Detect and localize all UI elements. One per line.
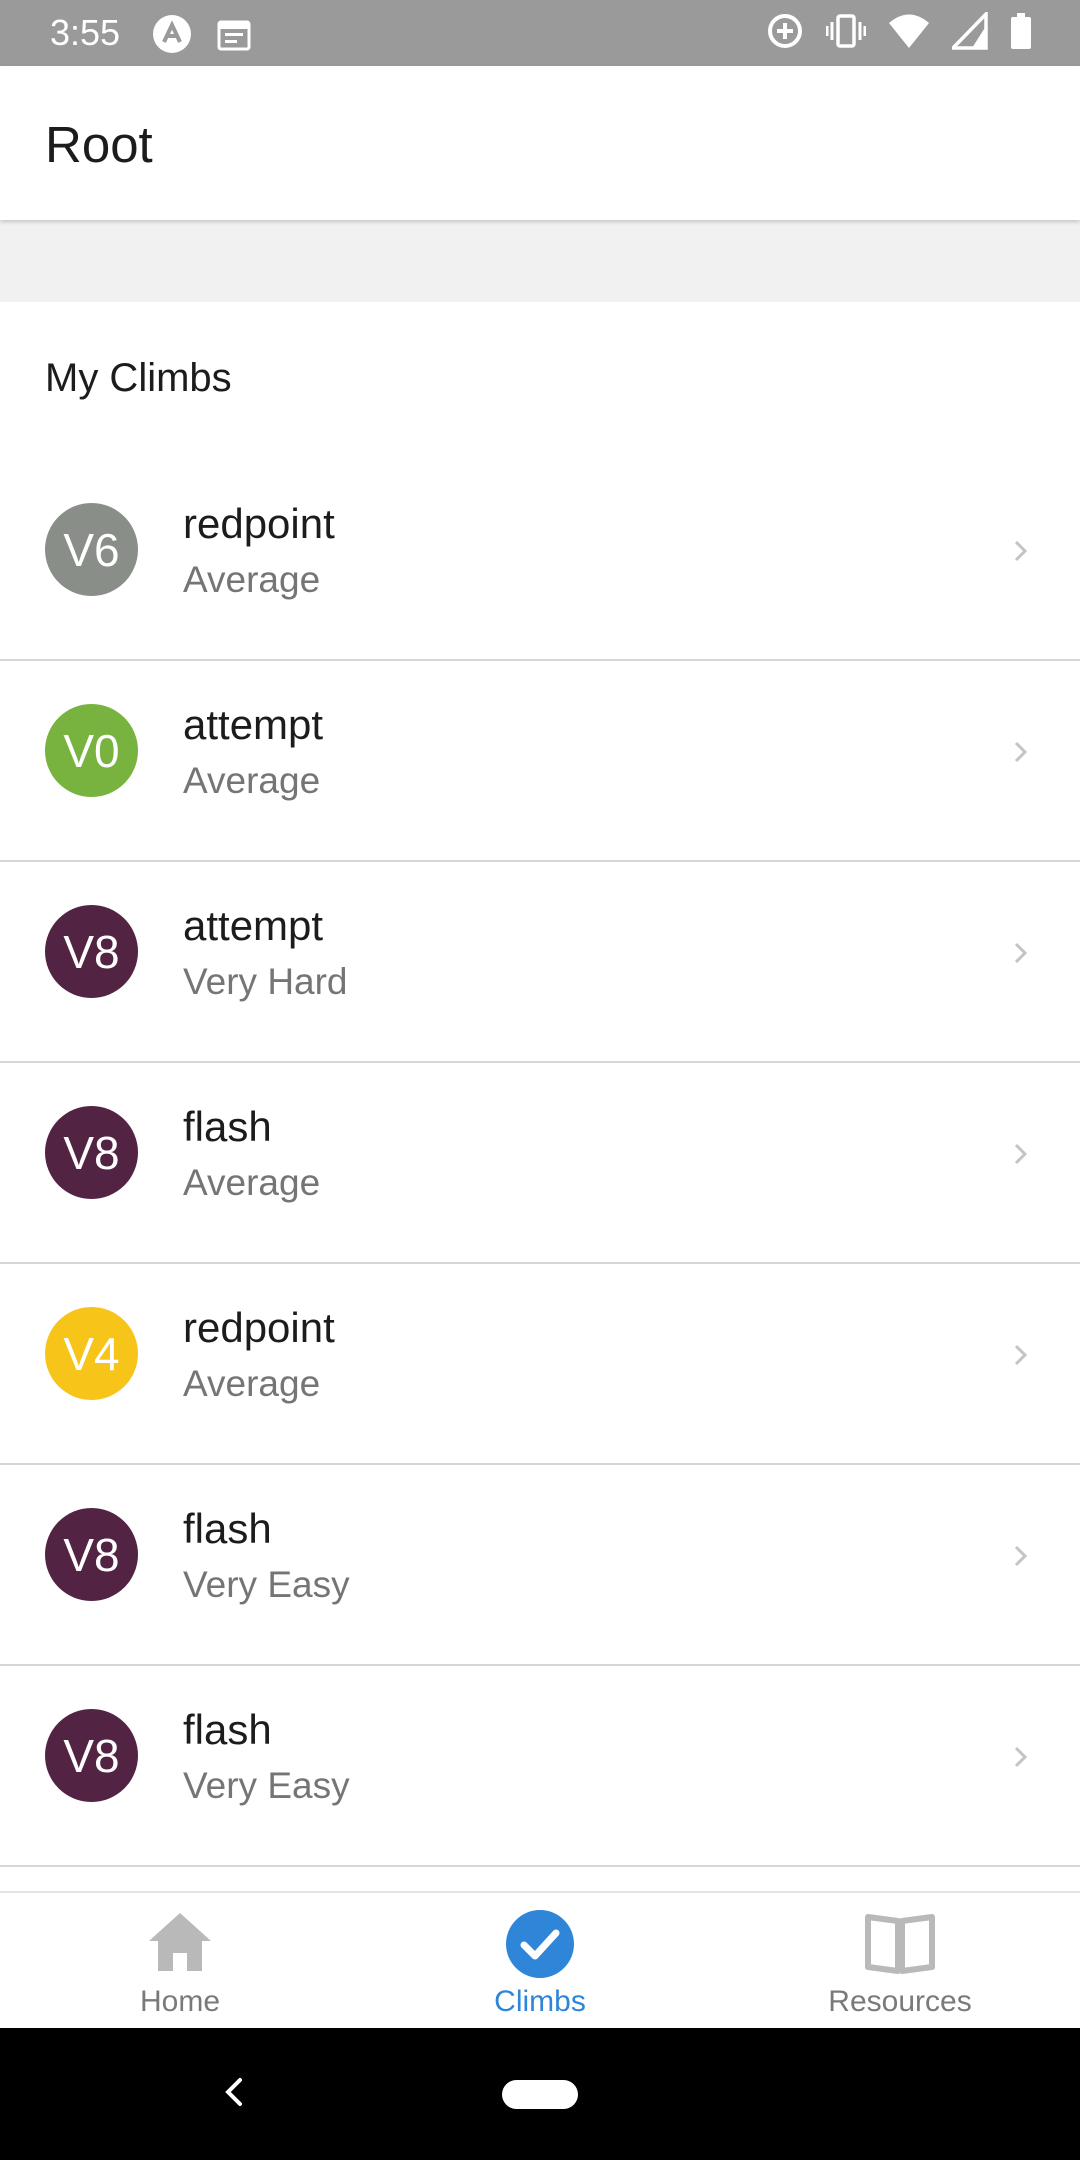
climb-type: redpoint — [183, 1304, 335, 1351]
grade-avatar: V8 — [45, 1508, 138, 1601]
data-saver-icon — [766, 12, 804, 50]
climb-difficulty: Very Easy — [183, 1564, 350, 1605]
tab-resources-label: Resources — [828, 1985, 972, 2018]
tab-resources[interactable]: Resources — [720, 1893, 1080, 2028]
header-spacer — [0, 220, 1080, 302]
chevron-right-icon — [1012, 737, 1030, 772]
page-title: Root — [45, 116, 153, 173]
vibrate-icon — [826, 12, 866, 50]
status-bar: 3:55 — [0, 0, 1080, 66]
wifi-icon — [888, 12, 930, 50]
climb-list-item[interactable]: V0 attempt Average — [0, 661, 1080, 862]
app-logo-icon — [152, 14, 192, 54]
grade-avatar: V4 — [45, 1307, 138, 1400]
back-icon[interactable] — [222, 2072, 246, 2117]
chevron-right-icon — [1012, 1541, 1030, 1576]
climb-type: flash — [183, 1505, 272, 1552]
bottom-tab-bar: Home Climbs Resources — [0, 1891, 1080, 2028]
grade-avatar: V0 — [45, 704, 138, 797]
chevron-right-icon — [1012, 1340, 1030, 1375]
climb-difficulty: Very Easy — [183, 1765, 350, 1806]
climb-type: flash — [183, 1103, 272, 1150]
grade-avatar: V8 — [45, 1709, 138, 1802]
climb-list-item-partial[interactable] — [0, 1867, 1080, 1893]
climb-list-item[interactable]: V8 flash Average — [0, 1063, 1080, 1264]
climb-list-item[interactable]: V8 attempt Very Hard — [0, 862, 1080, 1063]
climb-list-item[interactable]: V8 flash Very Easy — [0, 1465, 1080, 1666]
calendar-icon — [216, 16, 252, 52]
chevron-right-icon — [1012, 536, 1030, 571]
chevron-right-icon — [1012, 938, 1030, 973]
status-time: 3:55 — [50, 12, 121, 53]
climb-list-item[interactable]: V4 redpoint Average — [0, 1264, 1080, 1465]
climb-type: flash — [183, 1706, 272, 1753]
system-nav-bar — [0, 2028, 1080, 2160]
climb-difficulty: Very Hard — [183, 961, 348, 1002]
climb-type: redpoint — [183, 500, 335, 547]
climb-list: V6 redpoint Average V0 attempt Average V… — [0, 460, 1080, 1867]
signal-icon — [952, 12, 988, 50]
climb-difficulty: Average — [183, 1363, 321, 1404]
grade-avatar: V6 — [45, 503, 138, 596]
book-icon — [864, 1909, 936, 1980]
climb-difficulty: Average — [183, 559, 321, 600]
app-header: Root — [0, 66, 1080, 220]
climb-difficulty: Average — [183, 760, 321, 801]
climb-type: attempt — [183, 701, 324, 748]
tab-climbs[interactable]: Climbs — [360, 1893, 720, 2028]
home-icon — [145, 1909, 215, 1980]
climb-list-item[interactable]: V6 redpoint Average — [0, 460, 1080, 661]
grade-avatar: V8 — [45, 1106, 138, 1199]
grade-avatar: V8 — [45, 905, 138, 998]
tab-climbs-label: Climbs — [494, 1985, 586, 2018]
tab-home-label: Home — [139, 1985, 221, 2018]
chevron-right-icon — [1012, 1139, 1030, 1174]
checkmark-circle-icon — [505, 1909, 575, 1984]
tab-home[interactable]: Home — [0, 1893, 360, 2028]
climb-type: attempt — [183, 902, 324, 949]
section-title: My Climbs — [45, 356, 232, 400]
home-pill-button[interactable] — [502, 2080, 578, 2109]
chevron-right-icon — [1012, 1742, 1030, 1777]
battery-icon — [1010, 12, 1032, 50]
climb-difficulty: Average — [183, 1162, 321, 1203]
climb-list-item[interactable]: V8 flash Very Easy — [0, 1666, 1080, 1867]
